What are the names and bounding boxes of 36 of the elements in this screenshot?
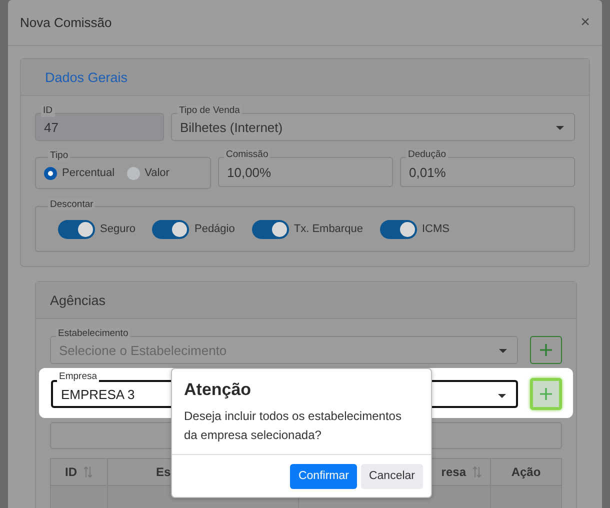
cancel-button[interactable]: Cancelar	[360, 464, 423, 488]
radio-option[interactable]: Percentual	[44, 166, 115, 180]
sort-icon[interactable]	[83, 466, 93, 478]
field-label: ID	[41, 105, 54, 117]
id-field[interactable]: 47	[35, 113, 164, 141]
plus-icon	[540, 388, 552, 400]
dialog-message: Deseja incluir todos os estabelecimentos da empresa selecionada?	[183, 408, 402, 444]
group-label: Tipo	[48, 150, 70, 162]
close-button[interactable]: ×	[580, 14, 590, 32]
confirm-button[interactable]: Confirmar	[290, 464, 357, 488]
sale-type-select[interactable]: Bilhetes (Internet)	[171, 113, 575, 141]
field-label: Comissão	[224, 149, 270, 161]
toggle-option[interactable]: ICMS	[380, 220, 450, 238]
field-label: Dedução	[406, 149, 448, 161]
radio-option[interactable]: Valor	[126, 166, 170, 180]
deduction-field[interactable]: 0,01%	[400, 157, 575, 187]
card-heading: Dados Gerais	[21, 59, 589, 96]
caret-icon	[499, 349, 507, 353]
sort-icon[interactable]	[472, 466, 482, 478]
toggle-option[interactable]: Pedágio	[152, 220, 235, 238]
toggle-option[interactable]: Tx. Embarque	[252, 220, 363, 238]
dialog-title: Atenção	[183, 379, 252, 400]
caret-icon	[556, 126, 564, 130]
field-label: Tipo de Venda	[177, 105, 242, 117]
column-header[interactable]: ID	[50, 458, 108, 486]
modal-title: Nova Comissão	[20, 15, 112, 30]
plus-icon	[540, 344, 552, 356]
field-label: Estabelecimento	[56, 328, 130, 340]
caret-icon	[498, 394, 506, 398]
add-button[interactable]	[530, 336, 562, 364]
column-header[interactable]: Ação	[490, 458, 562, 486]
toggle-option[interactable]: Seguro	[58, 220, 136, 238]
add-button[interactable]	[530, 378, 562, 410]
card-heading: Agências	[36, 282, 576, 319]
commission-field[interactable]: 10,00%	[218, 157, 393, 187]
field-label: Empresa	[57, 371, 100, 383]
